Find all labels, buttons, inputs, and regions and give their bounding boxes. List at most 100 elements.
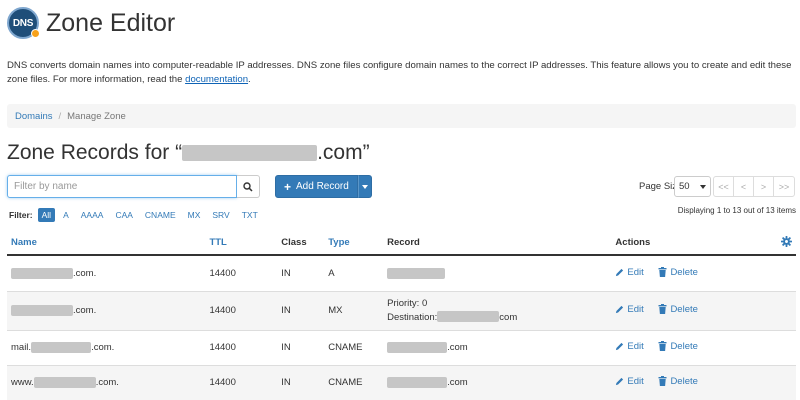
record-actions: Edit Delete [611, 330, 777, 366]
delete-button[interactable]: Delete [658, 376, 698, 387]
zone-title-suffix: .com” [317, 141, 370, 164]
table-row: .com. 14400 IN MX Priority: 0 Destinatio… [7, 291, 796, 331]
settings-cell [777, 231, 796, 256]
filter-a[interactable]: A [59, 208, 73, 222]
filter-aaaa[interactable]: AAAA [77, 208, 108, 222]
redacted-name [11, 304, 73, 316]
filter-all[interactable]: All [37, 208, 56, 222]
page-title: Zone Editor [46, 8, 176, 37]
record-value: Priority: 0 Destination: com [383, 291, 612, 331]
record-ttl: 14400 [205, 291, 278, 331]
redacted-name [31, 341, 92, 353]
redacted-record [387, 341, 448, 353]
record-class: IN [277, 291, 325, 331]
logo-dot [31, 29, 40, 38]
pencil-icon [616, 378, 624, 386]
search-icon [243, 181, 253, 192]
gear-icon[interactable] [781, 235, 792, 247]
name-prefix: mail. [11, 342, 32, 353]
redacted-destination [437, 311, 500, 323]
edit-button[interactable]: Edit [615, 304, 644, 316]
filter-cname[interactable]: CNAME [141, 208, 180, 222]
edit-label: Edit [627, 376, 644, 388]
column-header-record: Record [383, 231, 612, 256]
filter-label: Filter: [9, 210, 33, 220]
pencil-icon [616, 343, 624, 351]
name-suffix: .com. [91, 342, 115, 353]
destination-label: Destination: [387, 311, 438, 323]
record-class: IN [277, 255, 325, 292]
redacted-record [387, 267, 446, 279]
prev-page-button[interactable]: < [733, 176, 754, 197]
row-spacer [777, 291, 796, 331]
description-text: DNS converts domain names into computer-… [7, 60, 792, 85]
record-name: .com. [7, 255, 206, 292]
edit-button[interactable]: Edit [615, 267, 644, 278]
filter-caa[interactable]: CAA [111, 208, 136, 222]
caret-down-icon [361, 184, 368, 189]
record-ttl: 14400 [205, 365, 278, 400]
column-header-ttl[interactable]: TTL [205, 231, 278, 256]
trash-icon [658, 304, 667, 315]
name-suffix: .com. [95, 377, 119, 388]
breadcrumb-current: Manage Zone [67, 110, 126, 122]
redacted-record [387, 376, 448, 388]
search-button[interactable] [237, 175, 260, 198]
redacted-domain [182, 145, 318, 162]
delete-button[interactable]: Delete [658, 303, 698, 315]
filter-mx[interactable]: MX [184, 208, 205, 222]
record-name: .com. [7, 291, 206, 331]
record-value: .com [383, 330, 612, 366]
next-page-button[interactable]: > [753, 176, 774, 197]
record-actions: Edit Delete [611, 255, 777, 292]
edit-label: Edit [627, 304, 644, 316]
page-description: DNS converts domain names into computer-… [7, 59, 797, 87]
record-type: A [324, 255, 384, 292]
record-class: IN [277, 365, 325, 400]
row-spacer [777, 330, 796, 366]
filter-txt[interactable]: TXT [238, 208, 262, 222]
table-row: www. .com. 14400 IN CNAME .com Edit Delet… [7, 365, 796, 400]
table-row: mail. .com. 14400 IN CNAME .com Edit Dele… [7, 330, 796, 366]
pencil-icon [616, 306, 624, 314]
redacted-name [33, 376, 96, 388]
plus-icon: + [284, 179, 292, 194]
edit-button[interactable]: Edit [615, 376, 644, 388]
first-page-button[interactable]: << [713, 176, 734, 197]
delete-button[interactable]: Delete [658, 340, 698, 352]
documentation-link[interactable]: documentation [185, 74, 248, 85]
add-record-dropdown-button[interactable] [357, 175, 372, 198]
edit-label: Edit [627, 267, 644, 278]
chevron-down-icon [700, 184, 706, 189]
search-input[interactable] [7, 175, 237, 198]
record-type: CNAME [324, 330, 384, 366]
add-record-group: + Add Record [275, 175, 372, 198]
breadcrumb-domains[interactable]: Domains [15, 111, 53, 122]
row-spacer [777, 255, 796, 292]
zone-title-prefix: Zone Records for “ [7, 141, 183, 164]
record-ttl: 14400 [205, 330, 278, 366]
delete-label: Delete [670, 303, 698, 315]
name-suffix: .com. [73, 305, 97, 316]
filter-srv[interactable]: SRV [208, 208, 233, 222]
row-spacer [777, 365, 796, 400]
search-group [7, 175, 260, 198]
column-header-name[interactable]: Name [7, 231, 206, 256]
page-header: DNS Zone Editor [7, 4, 175, 42]
zone-records-table: Name TTL Class Type Record Actions .com.… [7, 231, 796, 400]
trash-icon [658, 267, 667, 277]
record-actions: Edit Delete [611, 365, 777, 400]
last-page-button[interactable]: >> [773, 176, 795, 197]
add-record-button[interactable]: + Add Record [275, 175, 358, 198]
record-value [383, 255, 612, 292]
table-row: .com. 14400 IN A Edit Delete [7, 255, 796, 292]
delete-button[interactable]: Delete [658, 267, 698, 278]
delete-label: Delete [670, 340, 698, 352]
edit-button[interactable]: Edit [615, 341, 644, 352]
record-suffix: .com [447, 342, 468, 353]
trash-icon [658, 376, 667, 387]
column-header-type[interactable]: Type [324, 231, 384, 256]
table-header-row: Name TTL Class Type Record Actions [7, 231, 796, 256]
record-actions: Edit Delete [611, 291, 777, 331]
page-size-select[interactable]: 50 [674, 176, 711, 197]
